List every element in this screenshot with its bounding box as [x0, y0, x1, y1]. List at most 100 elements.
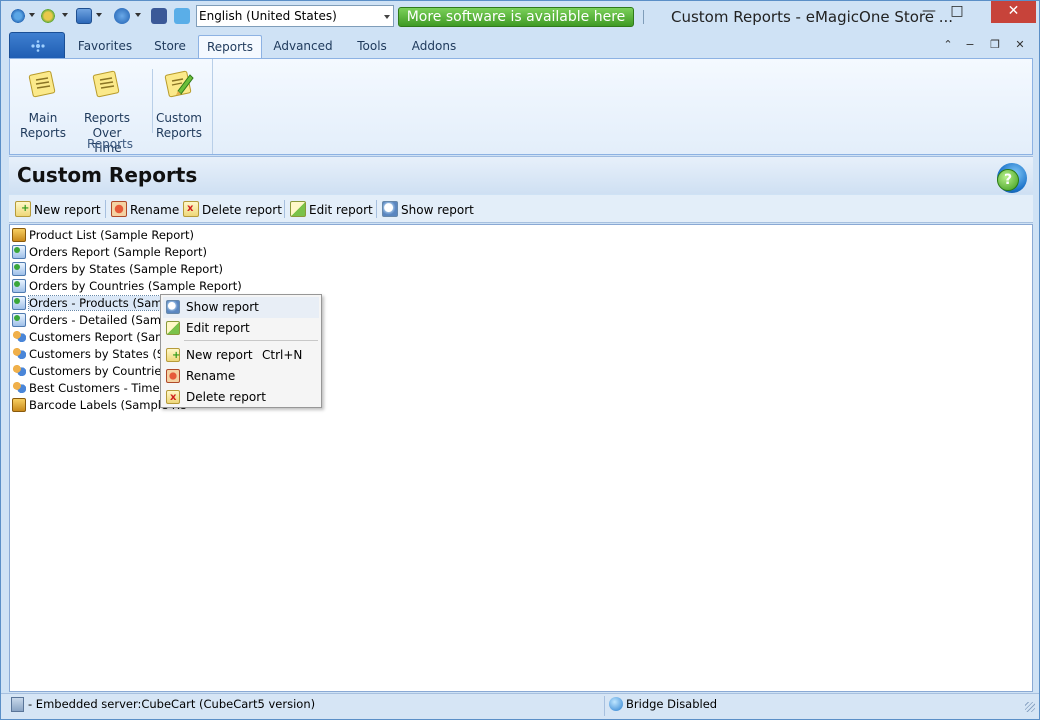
chevron-down-icon[interactable] [135, 13, 141, 17]
chevron-down-icon[interactable] [62, 13, 68, 17]
new-report-button[interactable]: New report [15, 201, 101, 219]
chevron-up-icon[interactable]: ⌃ [941, 38, 955, 52]
customers-icon [12, 381, 26, 395]
custom-reports-button[interactable]: Custom Reports [154, 67, 204, 141]
chevron-down-icon [384, 15, 390, 19]
ribbon-tab-bar: Favorites Store Reports Advanced Tools A… [1, 32, 1039, 58]
customers-icon [12, 330, 26, 344]
server-status-text: - Embedded server:CubeCart (CubeCart5 ve… [28, 697, 316, 711]
group-separator [212, 59, 213, 154]
help-small-icon[interactable] [114, 8, 130, 24]
windows-icon[interactable] [76, 8, 92, 24]
custom-reports-label-1: Custom [156, 111, 202, 125]
more-software-button[interactable]: More software is available here [398, 7, 634, 27]
reports-toolbar: New report Rename Delete report Edit rep… [9, 195, 1033, 223]
minimize-button[interactable]: — [916, 1, 942, 23]
tab-reports[interactable]: Reports [198, 35, 262, 58]
list-item[interactable]: Orders by States (Sample Report) [12, 261, 223, 278]
app-menu-icon [31, 40, 45, 52]
chevron-down-icon[interactable] [29, 13, 35, 17]
rename-icon [111, 201, 127, 217]
menu-item-delete-report[interactable]: Delete report [163, 387, 319, 408]
refresh-icon[interactable] [40, 8, 56, 24]
ribbon-group-label: Reports [86, 137, 134, 151]
window-title: Custom Reports - eMagicOne Store ... [671, 8, 954, 26]
show-report-icon [382, 201, 398, 217]
menu-item-show-report[interactable]: Show report [163, 297, 319, 318]
list-item[interactable]: Customers Report (Sample [12, 329, 184, 346]
show-report-button[interactable]: Show report [382, 201, 474, 219]
tab-advanced[interactable]: Advanced [269, 35, 337, 58]
list-item[interactable]: Orders Report (Sample Report) [12, 244, 207, 261]
toolbar-separator [105, 200, 106, 218]
rename-button[interactable]: Rename [111, 201, 179, 219]
package-icon [12, 398, 26, 412]
tab-tools[interactable]: Tools [347, 35, 397, 58]
toolbar-separator [376, 200, 377, 218]
status-bar: - Embedded server:CubeCart (CubeCart5 ve… [1, 693, 1039, 719]
menu-item-new-report[interactable]: New report Ctrl+N [163, 345, 319, 366]
menu-item-edit-report[interactable]: Edit report [163, 318, 319, 339]
menu-item-label: Edit report [186, 321, 250, 335]
report-icon [28, 70, 56, 98]
twitter-icon[interactable] [174, 8, 190, 24]
menu-item-rename[interactable]: Rename [163, 366, 319, 387]
tab-store[interactable]: Store [145, 35, 195, 58]
new-report-icon [166, 348, 180, 362]
delete-report-button[interactable]: Delete report [183, 201, 282, 219]
status-separator [604, 696, 605, 716]
bridge-status: Bridge Disabled [609, 697, 717, 711]
menu-item-label: Delete report [186, 390, 266, 404]
menu-separator [184, 340, 318, 341]
help-icon[interactable]: ? [997, 163, 1027, 193]
delete-report-label: Delete report [202, 203, 282, 217]
customers-icon [12, 347, 26, 361]
edit-report-icon [290, 201, 306, 217]
page-header: Custom Reports ? [9, 156, 1033, 194]
list-item-label: Product List (Sample Report) [29, 228, 194, 242]
edit-report-icon [166, 321, 180, 335]
new-report-label: New report [34, 203, 101, 217]
maximize-button[interactable]: □ [944, 1, 970, 23]
application-menu-button[interactable] [9, 32, 65, 58]
package-icon [12, 228, 26, 242]
order-icon [12, 262, 26, 276]
group-separator [152, 69, 153, 133]
app-window: English (United States) More software is… [0, 0, 1040, 720]
app-logo-icon[interactable] [10, 8, 26, 24]
edit-report-icon [164, 70, 194, 98]
show-report-label: Show report [401, 203, 474, 217]
tab-addons[interactable]: Addons [405, 35, 463, 58]
order-icon [12, 313, 26, 327]
globe-icon [609, 697, 623, 711]
toolbar-separator [284, 200, 285, 218]
language-value: English (United States) [199, 9, 337, 23]
menu-item-label: Rename [186, 369, 236, 383]
title-separator [643, 10, 644, 24]
restore-icon[interactable]: − [963, 38, 977, 52]
main-reports-button[interactable]: Main Reports [18, 67, 68, 141]
resize-grip[interactable] [1025, 702, 1035, 712]
order-icon [12, 245, 26, 259]
list-item[interactable]: Orders by Countries (Sample Report) [12, 278, 242, 295]
close-button[interactable]: ✕ [991, 1, 1036, 23]
rename-icon [166, 369, 180, 383]
report-icon [92, 70, 120, 98]
edit-report-button[interactable]: Edit report [290, 201, 373, 219]
list-item-label: Orders by States (Sample Report) [29, 262, 224, 276]
menu-item-shortcut: Ctrl+N [262, 348, 303, 362]
close-icon[interactable]: ✕ [1013, 38, 1027, 52]
server-icon [11, 697, 24, 712]
language-select[interactable]: English (United States) [196, 5, 394, 27]
server-status: - Embedded server:CubeCart (CubeCart5 ve… [11, 697, 315, 712]
chevron-down-icon[interactable] [96, 13, 102, 17]
tab-favorites[interactable]: Favorites [73, 35, 137, 58]
order-icon [12, 296, 26, 310]
restore-down-icon[interactable]: ❐ [988, 38, 1002, 52]
order-icon [12, 279, 26, 293]
rename-label: Rename [130, 203, 180, 217]
facebook-icon[interactable] [151, 8, 167, 24]
title-bar: English (United States) More software is… [1, 1, 1039, 32]
list-item[interactable]: Product List (Sample Report) [12, 227, 194, 244]
customers-icon [12, 364, 26, 378]
